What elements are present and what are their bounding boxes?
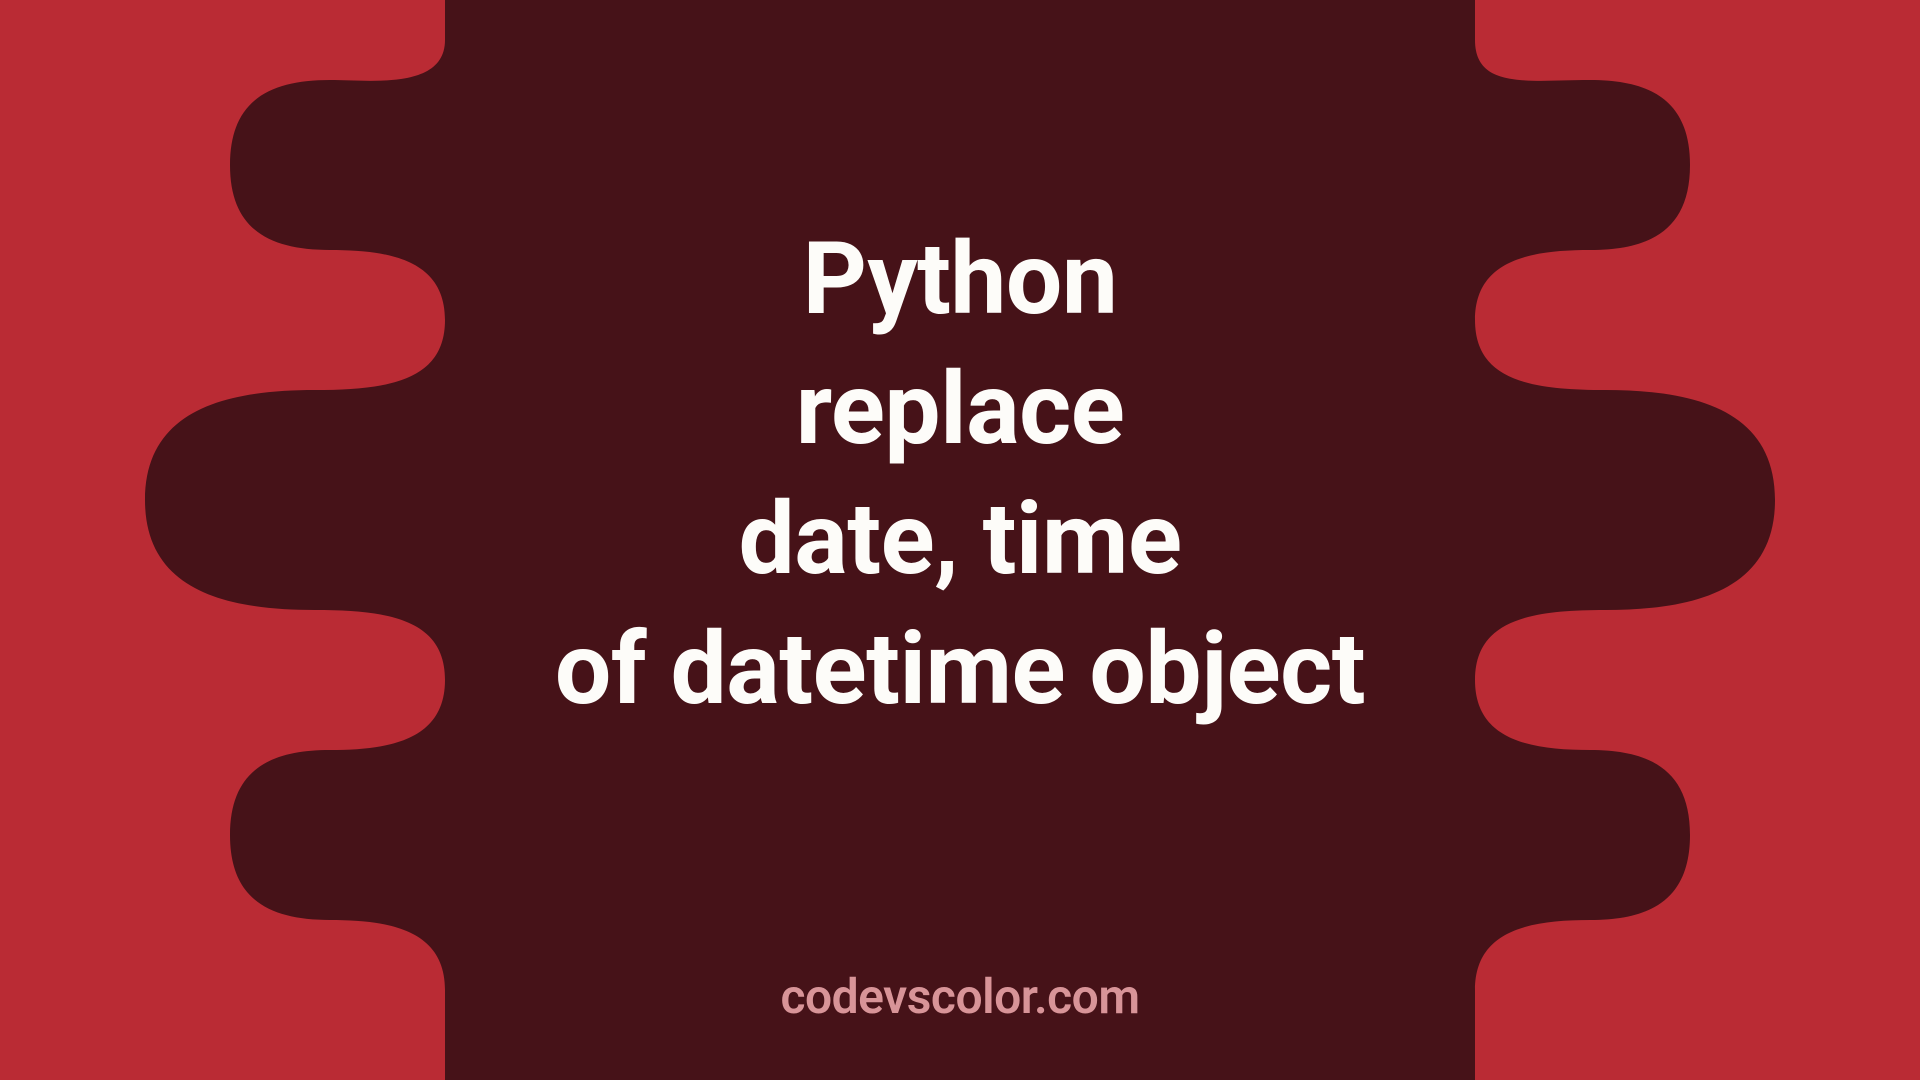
title-line-1: Python	[0, 215, 1920, 345]
title-line-3: date, time	[0, 475, 1920, 605]
banner-canvas: Python replace date, time of datetime ob…	[0, 0, 1920, 1080]
title-block: Python replace date, time of datetime ob…	[0, 215, 1920, 735]
site-label: codevscolor.com	[0, 968, 1920, 1025]
title-line-2: replace	[0, 345, 1920, 475]
title-line-4: of datetime object	[0, 605, 1920, 735]
